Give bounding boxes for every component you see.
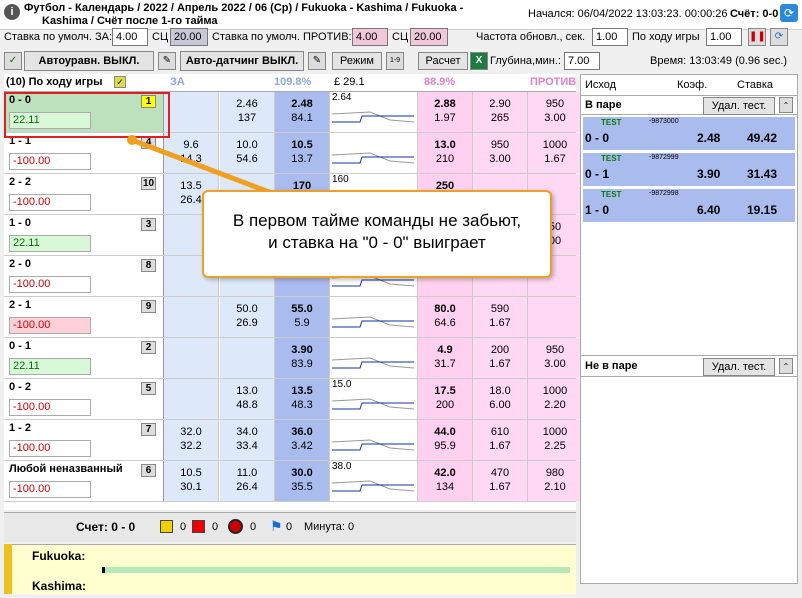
callout-line1: В первом тайме команды не забьют, <box>232 211 522 230</box>
callout-connector <box>127 135 291 203</box>
callout-line2: и ставка на "0 - 0" выиграет <box>268 233 486 252</box>
callout-annotation: В первом тайме команды не забьют, и став… <box>202 190 552 278</box>
